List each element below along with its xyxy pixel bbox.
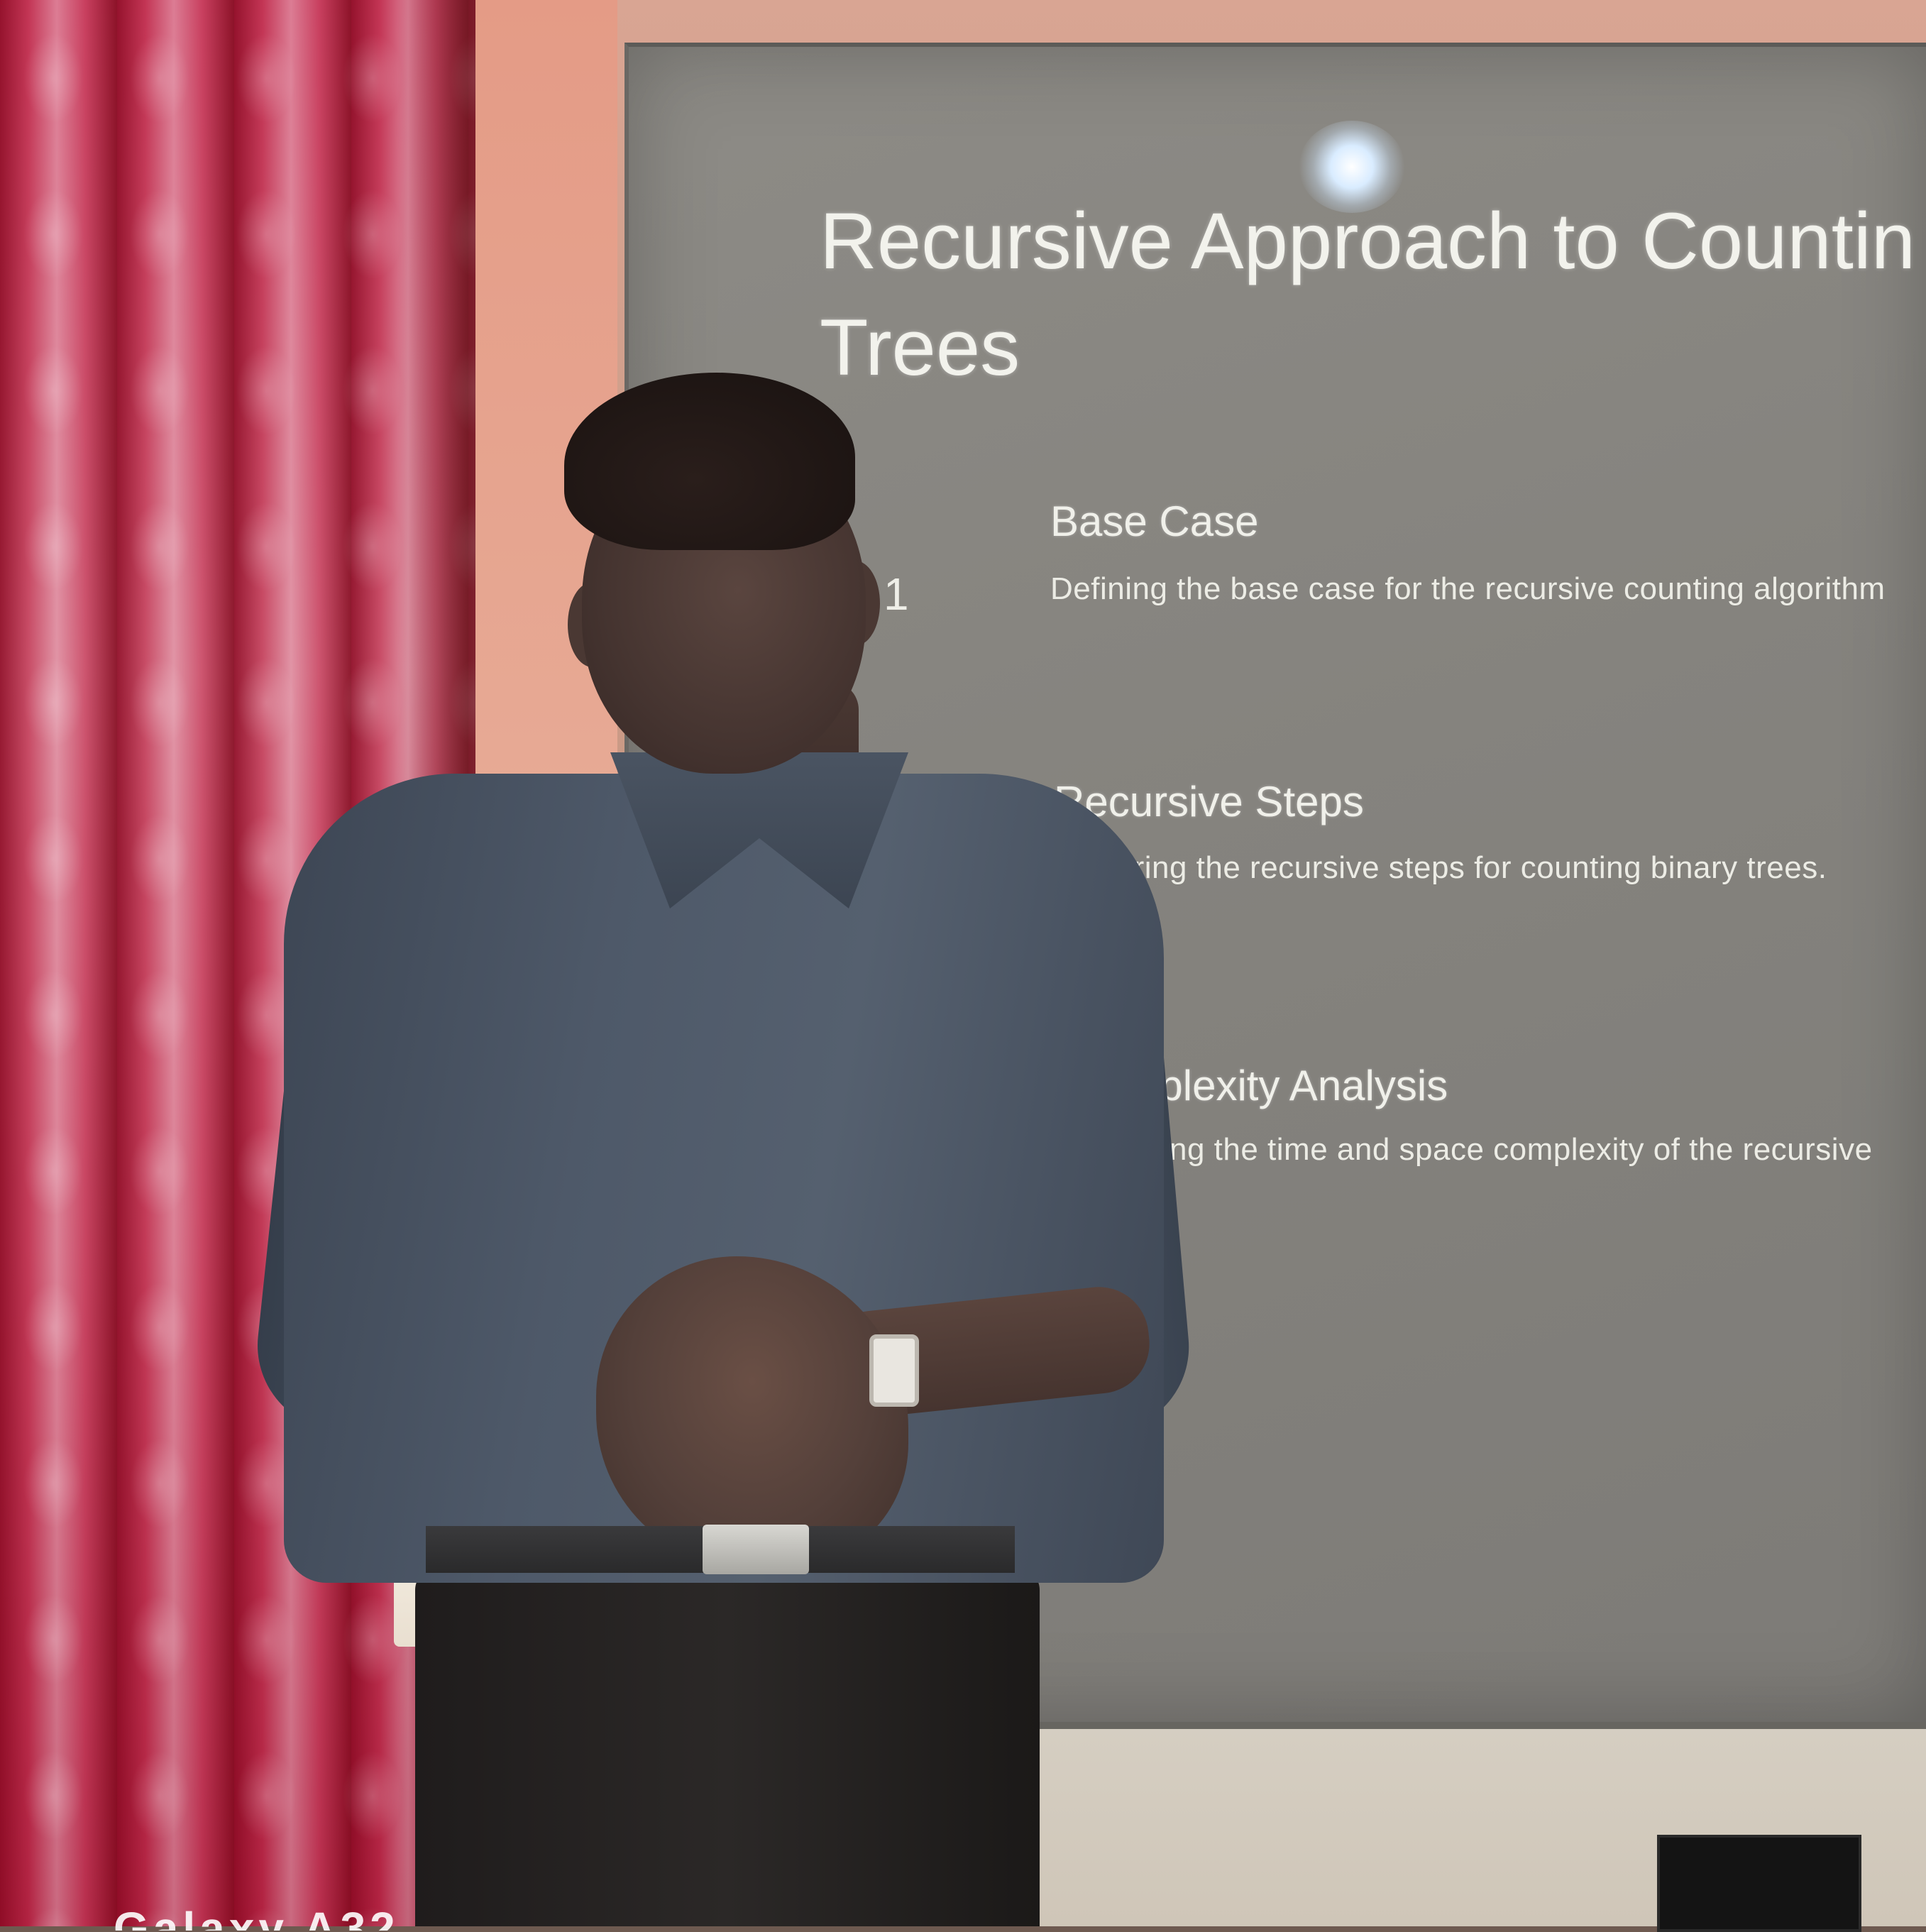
presenter xyxy=(0,0,1926,1926)
hair xyxy=(564,373,855,550)
trousers xyxy=(415,1569,1040,1926)
floor-speaker xyxy=(1657,1835,1861,1932)
belt-buckle xyxy=(703,1525,809,1574)
wristwatch xyxy=(869,1334,919,1407)
camera-watermark: Galaxy A32 xyxy=(114,1903,400,1931)
photo-scene: Recursive Approach to Countin Trees 1 Ba… xyxy=(0,0,1926,1932)
